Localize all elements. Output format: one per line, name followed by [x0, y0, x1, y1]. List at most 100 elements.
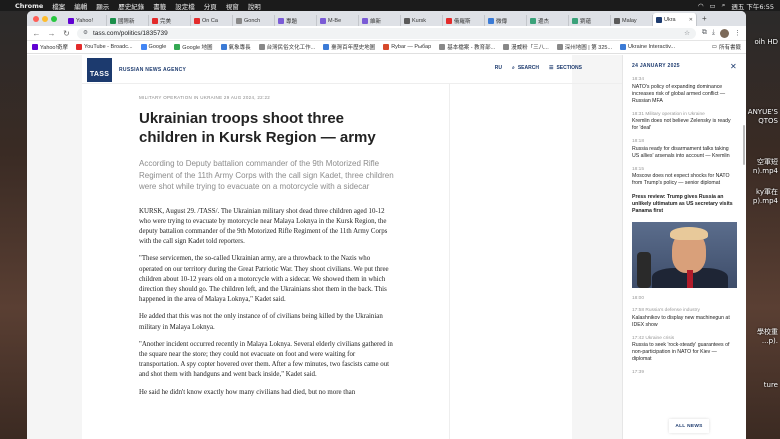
- all-bookmarks-button[interactable]: ▭ 所有書籤: [712, 43, 741, 51]
- bookmark-item[interactable]: Rybar — Рыбар: [383, 44, 431, 50]
- browser-tab[interactable]: 完美: [149, 15, 191, 26]
- panel-scrollbar[interactable]: [743, 125, 745, 165]
- news-item[interactable]: 18:15 Moscow does not expect shocks for N…: [623, 167, 746, 188]
- news-item[interactable]: 18:31 Military operation in Ukraine Kreml…: [623, 112, 746, 133]
- search-icon: ⌕: [512, 65, 515, 71]
- menu-item[interactable]: 書籤: [153, 1, 166, 11]
- all-news-button[interactable]: ALL NEWS: [669, 419, 709, 433]
- menu-item[interactable]: 檔案: [52, 1, 65, 11]
- article-kicker[interactable]: MILITARY OPERATION IN UKRAINE 29 AUG 202…: [139, 95, 394, 100]
- news-item[interactable]: 17:39: [623, 370, 746, 375]
- news-item[interactable]: 17:58 Russia's defense industry Kalashnik…: [623, 308, 746, 329]
- browser-tab[interactable]: 國際新: [107, 15, 149, 26]
- menu-item[interactable]: 歷史紀錄: [118, 1, 144, 11]
- tab-label: Gonch: [244, 17, 261, 24]
- bookmark-item[interactable]: 氣象專長: [220, 43, 251, 51]
- bookmark-item[interactable]: Google 地圖: [174, 43, 213, 51]
- browser-tab[interactable]: Malay: [611, 15, 653, 26]
- browser-tab[interactable]: 微傳: [485, 15, 527, 26]
- address-bar[interactable]: ⚙ tass.com/politics/1835739 ☆: [77, 27, 696, 39]
- browser-tab[interactable]: Yahoo!: [65, 15, 107, 26]
- minimize-window-button[interactable]: [42, 15, 48, 22]
- bookmark-label: Ukraine Interactiv...: [628, 44, 676, 50]
- tab-label: Yahoo!: [76, 17, 94, 24]
- browser-tab[interactable]: 邊杰: [527, 15, 569, 26]
- wifi-icon[interactable]: ◠: [698, 2, 704, 10]
- tab-favicon-icon: [488, 17, 494, 24]
- news-item-tag[interactable]: Russia's defense industry: [645, 308, 700, 313]
- browser-tab[interactable]: Ukra ✕: [653, 13, 697, 26]
- language-switch[interactable]: RU: [495, 65, 502, 71]
- back-arrow-icon[interactable]: ←: [32, 29, 41, 38]
- site-info-icon[interactable]: ⚙: [83, 30, 88, 36]
- news-item-tag[interactable]: Military operation in Ukraine: [645, 112, 704, 117]
- bookmark-item[interactable]: YouTube - Broadc...: [76, 44, 133, 50]
- search-button[interactable]: ⌕ SEARCH: [512, 65, 539, 71]
- menu-clock[interactable]: 週五 下午6:55: [731, 1, 774, 11]
- article-body: KURSK, August 29. /TASS/. The Ukrainian …: [139, 207, 394, 398]
- tass-logo[interactable]: TASS: [87, 58, 112, 82]
- extensions-icon[interactable]: ⧉: [702, 29, 707, 37]
- sections-button[interactable]: ☰ SECTIONS: [549, 65, 582, 71]
- bookmark-item[interactable]: Google: [140, 44, 166, 50]
- bookmark-item[interactable]: Yahoo!奇摩: [32, 43, 68, 51]
- news-item-photo[interactable]: [632, 222, 737, 288]
- browser-tab[interactable]: M-Be: [317, 15, 359, 26]
- bookmark-item[interactable]: 臺灣百年歷史地圖: [323, 43, 375, 51]
- close-icon[interactable]: ✕: [730, 62, 737, 71]
- news-item-title[interactable]: Moscow does not expect shocks for NATO f…: [632, 173, 737, 187]
- news-item-title[interactable]: Kalashnikov to display new machinegun at…: [632, 315, 737, 329]
- bookmark-item[interactable]: 基本檔案 - 教育部...: [439, 43, 495, 51]
- news-item-title[interactable]: Press review: Trump gives Russia an unli…: [632, 194, 737, 215]
- news-feed-list: 18:34 NATO's policy of expanding dominanc…: [623, 77, 746, 375]
- browser-tab[interactable]: On Ca: [191, 15, 233, 26]
- browser-tab[interactable]: 俄羅斯: [443, 15, 485, 26]
- search-icon[interactable]: ⌕: [722, 1, 726, 10]
- news-item-title[interactable]: NATO's policy of expanding dominance inc…: [632, 84, 737, 105]
- news-item-title[interactable]: Russia to seek 'rock-steady' guarantees …: [632, 342, 737, 363]
- browser-menu-icon[interactable]: ⋮: [734, 29, 741, 37]
- news-item-time: 18:15: [632, 166, 645, 172]
- news-item[interactable]: Press review: Trump gives Russia an unli…: [623, 194, 746, 215]
- web-page: TASS RUSSIAN NEWS AGENCY RU ⌕ SEARCH ☰ S…: [27, 55, 746, 439]
- menu-item[interactable]: 編輯: [74, 1, 87, 11]
- menu-item[interactable]: 分頁: [204, 1, 217, 11]
- downloads-icon[interactable]: ⤓: [712, 29, 715, 37]
- news-item-title[interactable]: Russia ready for disarmament talks takin…: [632, 146, 737, 160]
- menu-item[interactable]: 設定檔: [175, 1, 195, 11]
- browser-tab[interactable]: Kursk: [401, 15, 443, 26]
- browser-tab[interactable]: Gonch: [233, 15, 275, 26]
- news-item-meta: 18:34: [632, 77, 737, 82]
- news-item[interactable]: 18:34 NATO's policy of expanding dominanc…: [623, 77, 746, 105]
- bookmark-label: 深州地圖 | 第 325...: [564, 45, 613, 51]
- close-tab-icon[interactable]: ✕: [689, 17, 693, 23]
- bookmark-item[interactable]: 台灣民俗文化工作...: [258, 43, 315, 51]
- zoom-window-button[interactable]: [51, 15, 57, 22]
- forward-arrow-icon[interactable]: →: [47, 29, 56, 38]
- menu-app-name[interactable]: Chrome: [15, 2, 43, 10]
- news-item-tag[interactable]: Ukraine crisis: [645, 336, 674, 341]
- article: MILITARY OPERATION IN UKRAINE 29 AUG 202…: [139, 95, 394, 405]
- bookmark-item[interactable]: Ukraine Interactiv...: [620, 44, 675, 50]
- battery-icon[interactable]: ▭: [710, 2, 716, 10]
- menu-item[interactable]: 說明: [248, 1, 261, 11]
- news-item[interactable]: 18:00: [623, 296, 746, 301]
- news-item[interactable]: 17:42 Ukraine crisis Russia to seek 'rock…: [623, 336, 746, 364]
- address-url[interactable]: tass.com/politics/1835739: [93, 30, 168, 37]
- bookmark-star-icon[interactable]: ☆: [684, 29, 690, 37]
- browser-tab[interactable]: 維新: [359, 15, 401, 26]
- close-window-button[interactable]: [33, 15, 39, 22]
- menu-item[interactable]: 視窗: [226, 1, 239, 11]
- bookmark-item[interactable]: 漫威粉「三八...: [503, 43, 549, 51]
- news-item[interactable]: 18:18 Russia ready for disarmament talks …: [623, 139, 746, 160]
- new-tab-button[interactable]: +: [697, 14, 712, 23]
- tab-favicon-icon: [236, 17, 242, 24]
- menu-item[interactable]: 顯示: [96, 1, 109, 11]
- header-nav: RU ⌕ SEARCH ☰ SECTIONS: [495, 65, 582, 71]
- bookmark-item[interactable]: 深州地圖 | 第 325...: [556, 43, 613, 51]
- profile-avatar[interactable]: [720, 28, 729, 38]
- browser-tab[interactable]: 專題: [275, 15, 317, 26]
- reload-icon[interactable]: ↻: [62, 29, 71, 38]
- browser-tab[interactable]: 劉蘊: [569, 15, 611, 26]
- news-item-title[interactable]: Kremlin does not believe Zelensky is rea…: [632, 118, 737, 132]
